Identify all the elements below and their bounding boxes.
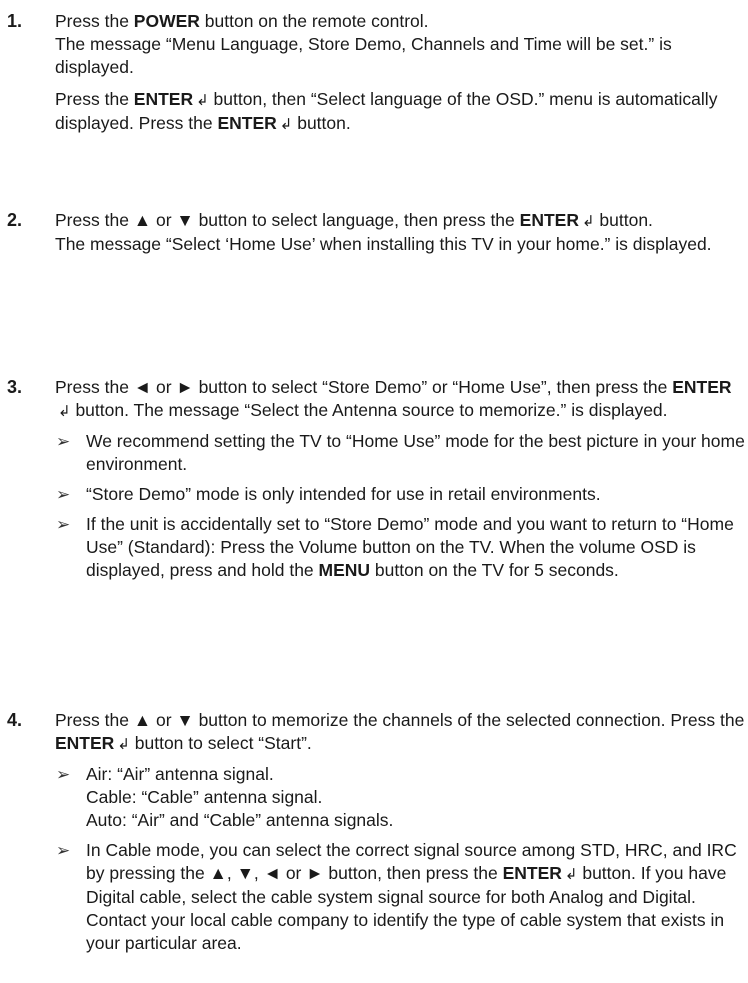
note-arrow-icon: ➢ [56,841,71,860]
note: ➢ In Cable mode, you can select the corr… [55,839,745,955]
enter-icon: ↲ [581,213,595,230]
note-arrow-icon: ➢ [56,485,71,504]
note: ➢ “Store Demo” mode is only intended for… [55,483,745,506]
step-text: Press the ▲ or ▼ button to memorize the … [55,709,745,756]
step-text: The message “Select ‘Home Use’ when inst… [55,234,712,254]
note-text: If the unit is accidentally set to “Stor… [86,514,734,580]
note-arrow-icon: ➢ [56,432,71,451]
note: ➢ If the unit is accidentally set to “St… [55,513,745,582]
note-text: Cable: “Cable” antenna signal. [86,787,323,807]
step-number: 4. [7,710,23,730]
step-number: 2. [7,210,23,230]
step-body: Press the ◄ or ► button to select “Store… [55,376,745,582]
note: ➢ We recommend setting the TV to “Home U… [55,430,745,476]
enter-icon: ↲ [279,116,293,133]
note-arrow-icon: ➢ [56,765,71,784]
enter-icon: ↲ [58,403,71,420]
note-text: Air: “Air” antenna signal. [86,764,274,784]
step-body: Press the ▲ or ▼ button to memorize the … [55,709,745,955]
note-text: “Store Demo” mode is only intended for u… [86,484,601,504]
step-body: Press the POWER button on the remote con… [55,10,745,136]
note-arrow-icon: ➢ [56,515,71,534]
step-body: Press the ▲ or ▼ button to select langua… [55,209,745,256]
step-text: Press the ◄ or ► button to select “Store… [55,376,745,423]
step-text: Press the ENTER ↲ button, then “Select la… [55,88,745,136]
step-text: Press the POWER button on the remote con… [55,11,429,31]
note-text: We recommend setting the TV to “Home Use… [86,431,745,474]
step-number: 3. [7,377,23,397]
enter-icon: ↲ [564,866,578,883]
note: ➢ Air: “Air” antenna signal. Cable: “Cab… [55,763,745,832]
note-text: In Cable mode, you can select the correc… [86,840,737,953]
note-text: Auto: “Air” and “Cable” antenna signals. [86,810,394,830]
enter-icon: ↲ [117,736,130,753]
step-text: Press the ▲ or ▼ button to select langua… [55,209,745,233]
step-text: The message “Menu Language, Store Demo, … [55,34,672,77]
step-number: 1. [7,11,23,31]
enter-icon: ↲ [196,92,209,109]
